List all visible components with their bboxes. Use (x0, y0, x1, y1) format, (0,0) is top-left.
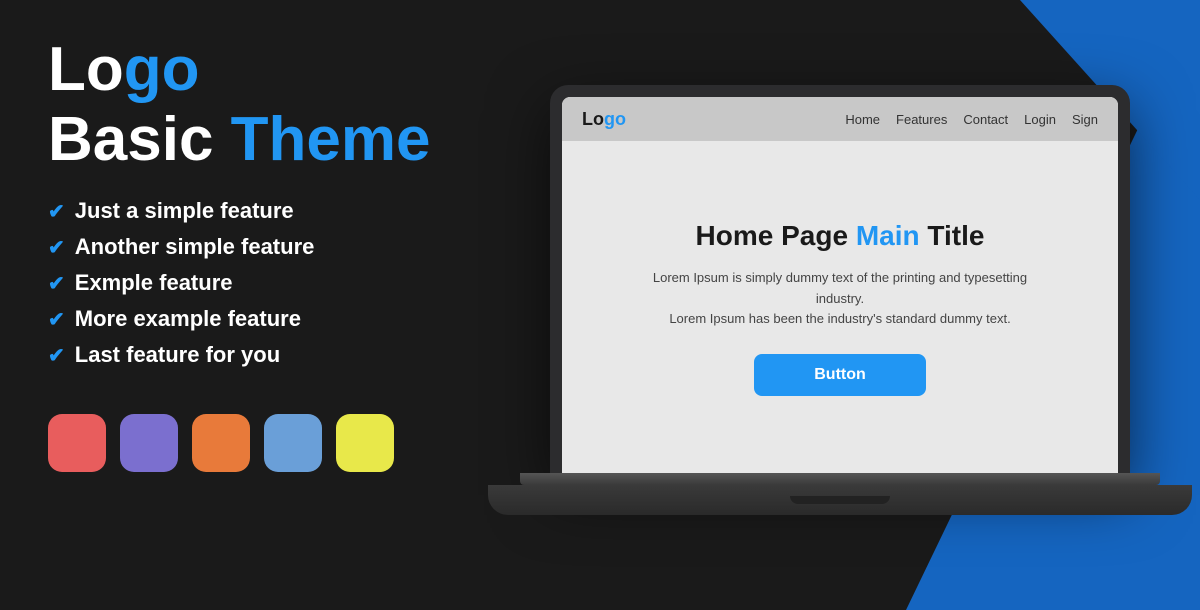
site-cta-button[interactable]: Button (754, 354, 926, 396)
laptop-mockup: Logo Home Features Contact Login Sign Ho… (520, 85, 1160, 525)
blue-swatch[interactable] (264, 414, 322, 472)
left-panel: Logo Basic Theme ✔ Just a simple feature… (0, 0, 510, 610)
hero-title-regular: Home Page (696, 220, 856, 251)
feature-text-2: Another simple feature (75, 234, 315, 260)
hero-title-end: Title (920, 220, 985, 251)
feature-text-3: Exmple feature (75, 270, 233, 296)
laptop-base (520, 473, 1160, 525)
list-item: ✔ More example feature (48, 306, 462, 332)
orange-swatch[interactable] (192, 414, 250, 472)
title-blue: Theme (231, 105, 431, 174)
list-item: ✔ Another simple feature (48, 234, 462, 260)
features-list: ✔ Just a simple feature ✔ Another simple… (48, 198, 462, 378)
theme-heading: Basic Theme (48, 106, 462, 174)
site-logo-blue: go (604, 109, 626, 129)
site-description: Lorem Ipsum is simply dummy text of the … (630, 268, 1050, 330)
feature-text-5: Last feature for you (75, 342, 280, 368)
logo-blue: go (124, 35, 200, 104)
color-swatches (48, 414, 462, 472)
nav-home[interactable]: Home (845, 112, 880, 127)
laptop-notch (790, 496, 890, 504)
list-item: ✔ Just a simple feature (48, 198, 462, 224)
purple-swatch[interactable] (120, 414, 178, 472)
title-regular: Basic (48, 105, 231, 174)
nav-features[interactable]: Features (896, 112, 947, 127)
laptop-base-bottom (488, 485, 1192, 515)
logo-regular: Lo (48, 35, 124, 104)
laptop-base-top (520, 473, 1160, 485)
check-icon-4: ✔ (48, 307, 65, 332)
check-icon-1: ✔ (48, 199, 65, 224)
site-logo: Logo (582, 109, 626, 130)
yellow-swatch[interactable] (336, 414, 394, 472)
laptop-screen-inner: Logo Home Features Contact Login Sign Ho… (562, 97, 1118, 475)
logo-heading: Logo (48, 36, 462, 104)
site-nav-links: Home Features Contact Login Sign (845, 112, 1098, 127)
nav-contact[interactable]: Contact (963, 112, 1008, 127)
site-logo-regular: Lo (582, 109, 604, 129)
site-body: Home Page Main Title Lorem Ipsum is simp… (562, 141, 1118, 475)
list-item: ✔ Last feature for you (48, 342, 462, 368)
nav-sign[interactable]: Sign (1072, 112, 1098, 127)
check-icon-5: ✔ (48, 343, 65, 368)
nav-login[interactable]: Login (1024, 112, 1056, 127)
feature-text-4: More example feature (75, 306, 301, 332)
right-panel: Logo Home Features Contact Login Sign Ho… (510, 0, 1200, 610)
site-nav: Logo Home Features Contact Login Sign (562, 97, 1118, 141)
check-icon-2: ✔ (48, 235, 65, 260)
list-item: ✔ Exmple feature (48, 270, 462, 296)
hero-title-blue: Main (856, 220, 920, 251)
red-swatch[interactable] (48, 414, 106, 472)
site-main-title: Home Page Main Title (696, 220, 985, 252)
feature-text-1: Just a simple feature (75, 198, 294, 224)
laptop-screen-outer: Logo Home Features Contact Login Sign Ho… (550, 85, 1130, 475)
check-icon-3: ✔ (48, 271, 65, 296)
